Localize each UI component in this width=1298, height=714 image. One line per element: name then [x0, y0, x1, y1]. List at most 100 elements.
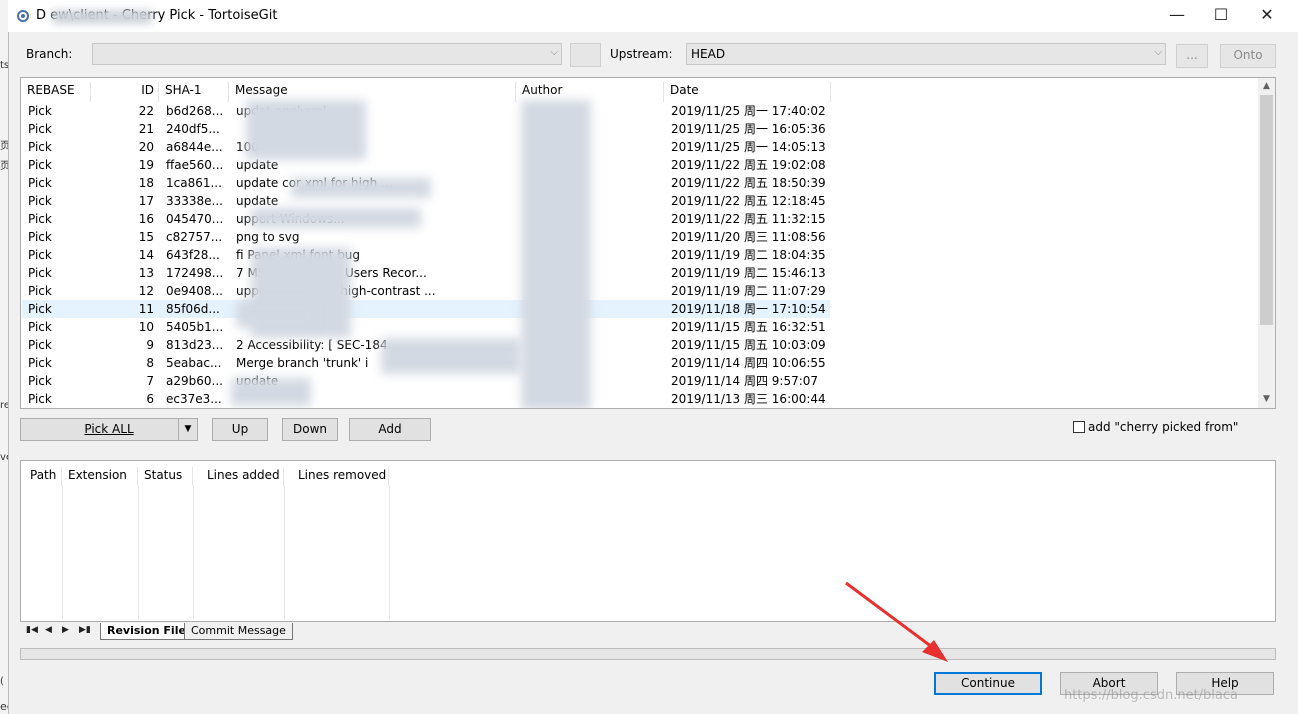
- column-divider: [389, 485, 390, 619]
- commit-list[interactable]: REBASE ID SHA-1 Message Author Date Pick…: [20, 77, 1276, 409]
- commit-action: Pick: [28, 248, 52, 262]
- background-fragment: (: [0, 676, 4, 687]
- scroll-thumb[interactable]: [1260, 95, 1273, 325]
- cherry-picked-from-checkbox[interactable]: [1073, 421, 1085, 433]
- add-button[interactable]: Add: [349, 418, 431, 441]
- column-header-message[interactable]: Message: [229, 82, 516, 102]
- commit-sha: a6844e...: [166, 140, 223, 154]
- column-header-lines-removed[interactable]: Lines removed: [284, 467, 389, 485]
- commit-date: 2019/11/15 周五 10:03:09: [671, 338, 826, 352]
- table-row[interactable]: Pick 21 240df5... 2019/11/25 周一 16:05:36: [22, 120, 830, 138]
- commit-action: Pick: [28, 212, 52, 226]
- column-divider: [138, 485, 139, 619]
- commit-list-scrollbar[interactable]: ▲ ▼: [1258, 78, 1275, 408]
- commit-date: 2019/11/19 周二 15:46:13: [671, 266, 826, 280]
- column-header-sha[interactable]: SHA-1: [159, 82, 229, 102]
- scroll-up-icon[interactable]: ▲: [1258, 78, 1275, 95]
- last-tab-icon[interactable]: ▶▮: [79, 625, 91, 635]
- commit-action: Pick: [28, 392, 52, 406]
- table-row[interactable]: Pick7a29b60...update2019/11/14 周四 9:57:0…: [22, 372, 830, 390]
- redacted-message: [246, 100, 366, 160]
- up-button[interactable]: Up: [212, 418, 268, 441]
- commit-date: 2019/11/13 周三 16:00:44: [671, 392, 826, 406]
- commit-date: 2019/11/20 周三 11:08:56: [671, 230, 826, 244]
- column-header-status[interactable]: Status: [138, 467, 193, 485]
- maximize-button[interactable]: ☐: [1198, 0, 1244, 32]
- branch-browse-button[interactable]: [570, 43, 601, 67]
- commit-id: 16: [138, 212, 154, 226]
- pick-all-dropdown-button[interactable]: Pick ALL ▼: [20, 418, 198, 441]
- column-header-rebase[interactable]: REBASE: [21, 82, 91, 102]
- commit-id: 22: [138, 104, 154, 118]
- column-header-lines-added[interactable]: Lines added: [193, 467, 284, 485]
- commit-date: 2019/11/22 周五 11:32:15: [671, 212, 826, 226]
- table-row[interactable]: Pick13172498...7 MS - C t Prompt Users R…: [22, 264, 830, 282]
- table-row[interactable]: Pick120e9408... upport Windows' high-con…: [22, 282, 830, 300]
- table-row[interactable]: Pick16045470... upport Windows...2019/11…: [22, 210, 830, 228]
- table-row[interactable]: Pick22b6d268...updat anel.xml2019/11/25 …: [22, 102, 830, 120]
- column-header-author[interactable]: Author: [516, 82, 664, 102]
- column-divider: [284, 485, 285, 619]
- table-row[interactable]: Pick 19 ffae560... update 2019/11/22 周五 19:0…: [22, 156, 830, 174]
- commit-action: Pick: [28, 374, 52, 388]
- chevron-down-icon[interactable]: ▼: [178, 419, 197, 440]
- table-row[interactable]: Pick 10 5405b1... 2019/11/15 周五 16:32:51: [22, 318, 830, 336]
- commit-date: 2019/11/15 周五 16:32:51: [671, 320, 826, 334]
- redacted-author: [521, 100, 591, 408]
- commit-action: Pick: [28, 302, 52, 316]
- commit-id: 20: [138, 140, 154, 154]
- table-row[interactable]: Pick 6 ec37e3... 2019/11/13 周三 16:00:44: [22, 390, 830, 408]
- next-tab-icon[interactable]: ▶: [62, 625, 69, 635]
- upstream-value: HEAD: [691, 47, 726, 61]
- commit-date: 2019/11/25 周一 16:05:36: [671, 122, 826, 136]
- down-button[interactable]: Down: [282, 418, 338, 441]
- commit-id: 12: [138, 284, 154, 298]
- redacted-message: [236, 300, 316, 328]
- commit-action: Pick: [28, 266, 52, 280]
- column-header-path[interactable]: Path: [24, 467, 62, 485]
- chevron-down-icon: ⌵: [550, 47, 558, 58]
- table-row[interactable]: Pick20a6844e... 1002019/11/25 周一 14:05:1…: [22, 138, 830, 156]
- redacted-message: [381, 338, 521, 374]
- minimize-button[interactable]: —: [1154, 0, 1200, 32]
- column-header-id[interactable]: ID: [91, 82, 159, 102]
- column-header-extension[interactable]: Extension: [62, 467, 138, 485]
- commit-date: 2019/11/18 周一 17:10:54: [671, 302, 826, 316]
- watermark: https://blog.csdn.net/blaca: [1064, 688, 1239, 703]
- table-row[interactable]: Pick 15 c82757... png to svg 2019/11/20 周三 1…: [22, 228, 830, 246]
- commit-action: Pick: [28, 176, 52, 190]
- commit-id: 11: [138, 302, 154, 316]
- commit-date: 2019/11/22 周五 18:50:39: [671, 176, 826, 190]
- tab-commit-message[interactable]: Commit Message: [184, 623, 293, 640]
- commit-id: 14: [138, 248, 154, 262]
- commit-action: Pick: [28, 122, 52, 136]
- commit-sha: 0e9408...: [166, 284, 223, 298]
- continue-button[interactable]: Continue: [934, 672, 1042, 695]
- branch-combo[interactable]: ⌵: [92, 43, 562, 65]
- branch-label: Branch:: [26, 47, 73, 61]
- commit-id: 19: [138, 158, 154, 172]
- redacted-message: [251, 208, 421, 228]
- prev-tab-icon[interactable]: ◀: [45, 625, 52, 635]
- commit-date: 2019/11/22 周五 19:02:08: [671, 158, 826, 172]
- pick-all-label: Pick ALL: [84, 422, 134, 436]
- commit-id: 21: [138, 122, 154, 136]
- commit-sha: 813d23...: [166, 338, 224, 352]
- commit-action: Pick: [28, 320, 52, 334]
- table-row[interactable]: Pick 11 85f06d... 2019/11/18 周一 17:10:54: [22, 300, 830, 318]
- commit-action: Pick: [28, 284, 52, 298]
- scroll-down-icon[interactable]: ▼: [1258, 391, 1275, 408]
- first-tab-icon[interactable]: ▮◀: [26, 625, 38, 635]
- revision-files-list[interactable]: Path Extension Status Lines added Lines …: [20, 460, 1276, 622]
- table-row[interactable]: Pick14643f28...fi Panel.xml font bug2019…: [22, 246, 830, 264]
- close-button[interactable]: ✕: [1244, 0, 1290, 32]
- onto-button[interactable]: Onto: [1220, 44, 1276, 68]
- upstream-browse-button[interactable]: ...: [1176, 44, 1208, 68]
- commit-sha: 045470...: [166, 212, 224, 226]
- column-header-date[interactable]: Date: [664, 82, 831, 102]
- commit-sha: ec37e3...: [166, 392, 222, 406]
- commit-sha: 5405b1...: [166, 320, 224, 334]
- upstream-combo[interactable]: HEAD ⌵: [686, 43, 1166, 65]
- commit-id: 10: [138, 320, 154, 334]
- commit-id: 6: [146, 392, 154, 406]
